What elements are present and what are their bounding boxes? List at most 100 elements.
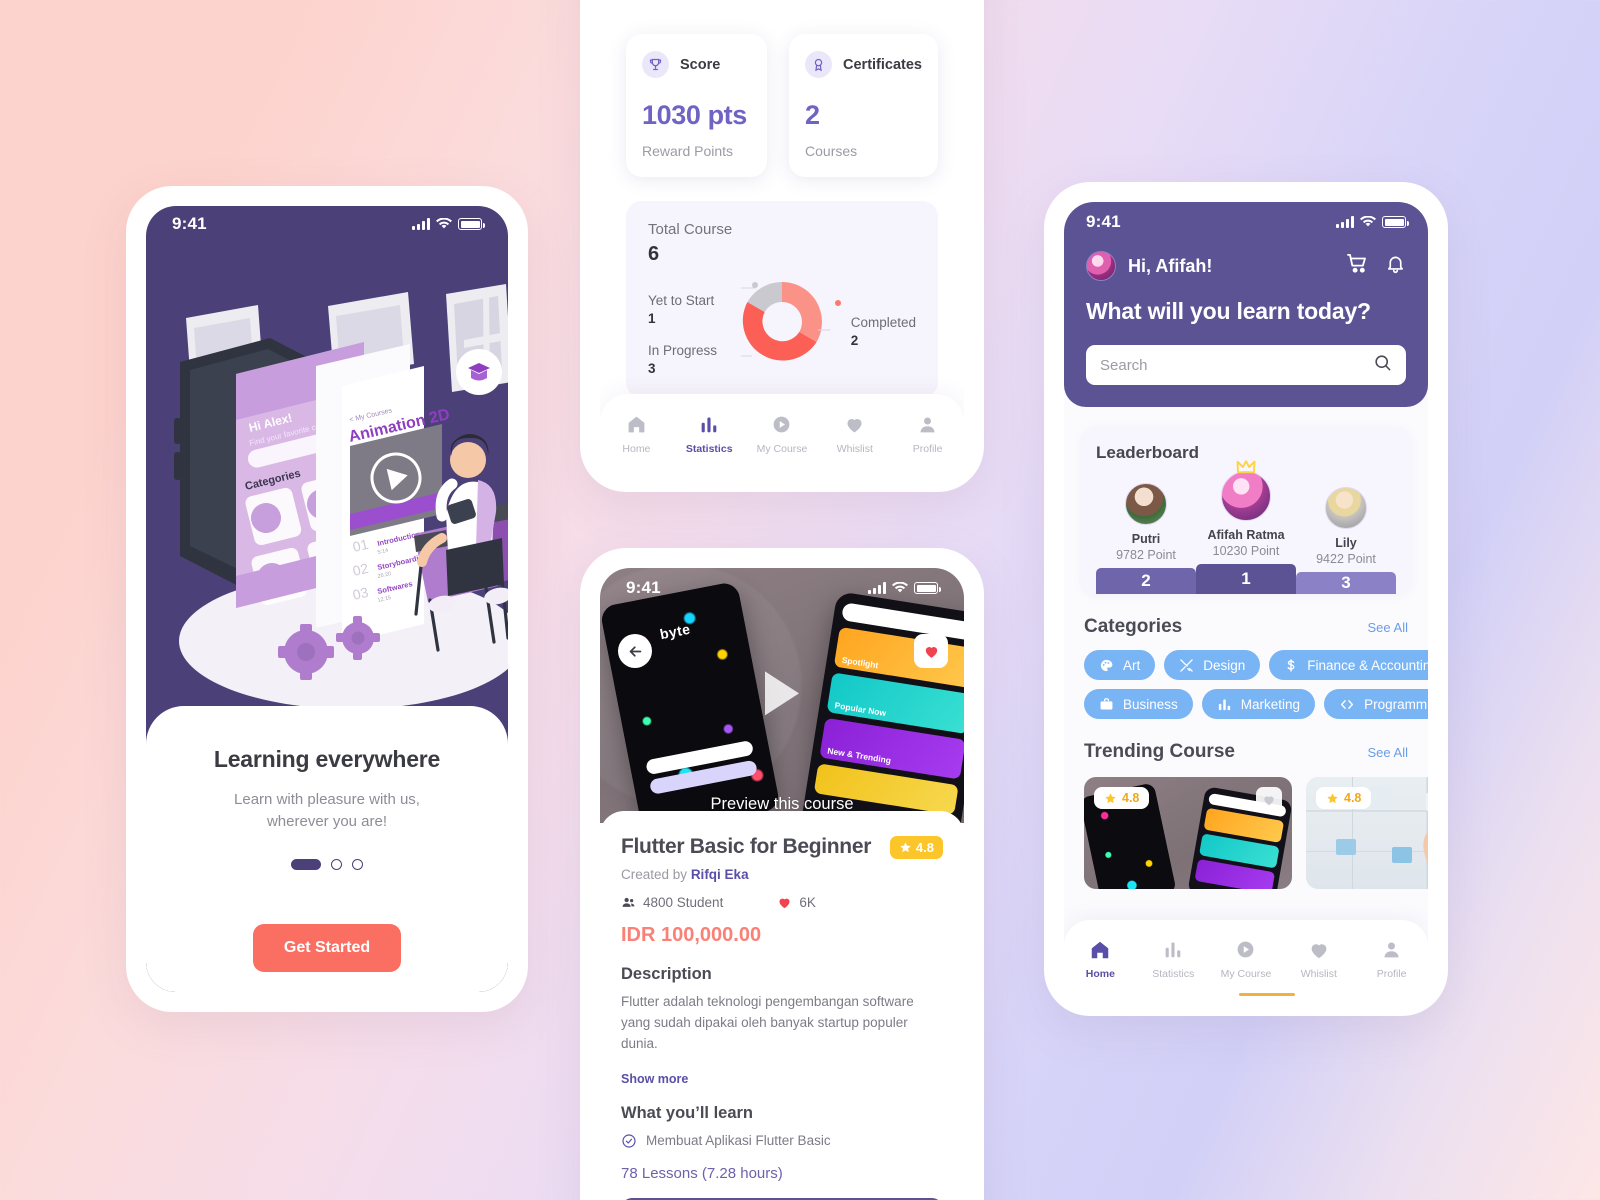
heart-icon — [818, 412, 891, 438]
leaderboard-podium: Putri 9782 Point 2 Afifah Ratma 10230 Po… — [1096, 460, 1396, 595]
category-chip-business[interactable]: Business — [1084, 689, 1193, 720]
signal-bars-icon — [1336, 216, 1354, 228]
tab-home[interactable]: Home — [1064, 937, 1137, 980]
search-icon[interactable] — [1373, 353, 1392, 377]
categories-see-all[interactable]: See All — [1368, 620, 1408, 635]
people-icon — [622, 897, 635, 907]
course-detail-sheet: Flutter Basic for Beginner 4.8 Created b… — [600, 811, 964, 1200]
back-arrow-icon[interactable] — [618, 634, 652, 668]
star-icon — [1327, 792, 1338, 803]
search-input[interactable] — [1100, 356, 1373, 374]
score-card[interactable]: Score 1030 pts Reward Points — [626, 34, 768, 177]
bar-chart-icon — [1137, 937, 1210, 963]
course-preview-hero[interactable]: 9:41 byte Spotlight Popular Now New & Tr… — [600, 568, 964, 823]
bar-chart-icon — [1218, 699, 1230, 710]
category-chip-programming[interactable]: Programming — [1324, 689, 1428, 720]
category-chip-design-label: Design — [1203, 657, 1246, 673]
lessons-summary: 78 Lessons (7.28 hours) — [621, 1164, 783, 1182]
tab-statistics[interactable]: Statistics — [673, 412, 746, 455]
tab-home[interactable]: Home — [600, 412, 673, 455]
avatar[interactable] — [1086, 251, 1116, 281]
legend-value-yet-to-start: 1 — [648, 311, 656, 327]
category-chip-marketing[interactable]: Marketing — [1201, 689, 1316, 720]
play-triangle-icon[interactable] — [765, 670, 799, 715]
total-course-value: 6 — [648, 243, 660, 265]
leaderboard-entry-3[interactable]: Lily 9422 Point 3 — [1296, 487, 1396, 595]
play-circle-icon — [746, 412, 819, 438]
certificates-card[interactable]: Certificates 2 Courses — [789, 34, 938, 177]
course-1-rating-badge: 4.8 — [1094, 787, 1150, 810]
tab-my-course[interactable]: My Course — [1210, 937, 1283, 980]
course-1-rating-value: 4.8 — [1122, 791, 1140, 806]
bell-icon[interactable] — [1385, 253, 1406, 279]
category-chip-finance[interactable]: Finance & Accounting — [1269, 650, 1428, 681]
tab-whislist[interactable]: Whislist — [1282, 937, 1355, 980]
get-started-button[interactable]: Get Started — [253, 923, 401, 972]
course-title: Flutter Basic for Beginner — [621, 835, 872, 858]
carousel-dot-1[interactable] — [291, 858, 321, 870]
course-rating-badge: 4.8 — [889, 835, 943, 859]
description-body: Flutter adalah teknologi pengembangan so… — [621, 994, 914, 1051]
course-author-name[interactable]: Rifqi Eka — [691, 867, 749, 882]
trending-course-card-2[interactable]: 4.8 — [1306, 777, 1428, 890]
person-icon — [891, 412, 964, 438]
star-icon — [1105, 792, 1116, 803]
cart-icon[interactable] — [1346, 252, 1369, 280]
certificates-caption: Courses — [805, 143, 858, 159]
tab-my-course-label: My Course — [1220, 967, 1272, 980]
total-course-label: Total Course — [648, 221, 733, 238]
legend-label-completed: Completed — [850, 315, 916, 330]
course-rating-value: 4.8 — [915, 839, 934, 855]
status-time: 9:41 — [626, 578, 661, 597]
heart-icon — [779, 898, 790, 909]
home-icon — [1064, 937, 1137, 963]
status-bar: 9:41 — [1086, 206, 1409, 238]
category-chip-marketing-label: Marketing — [1240, 696, 1301, 712]
home-user-row: Hi, Afifah! — [1086, 251, 1406, 281]
home-screen: 9:41 Hi, Afifah! What will you learn tod… — [1064, 202, 1428, 996]
course-detail-phone: 9:41 byte Spotlight Popular Now New & Tr… — [580, 548, 984, 1200]
trending-see-all[interactable]: See All — [1368, 745, 1408, 760]
score-caption: Reward Points — [642, 143, 734, 159]
check-circle-icon — [622, 1134, 636, 1148]
tab-my-course[interactable]: My Course — [746, 412, 819, 455]
header-actions — [1346, 252, 1406, 280]
trending-course-list: 4.8 4.8 — [1084, 777, 1428, 890]
tab-profile[interactable]: Profile — [1355, 937, 1428, 980]
certificate-icon — [805, 51, 833, 78]
course-likes: 6K — [777, 895, 816, 910]
leaderboard-entry-2[interactable]: Putri 9782 Point 2 — [1096, 483, 1196, 595]
category-chip-design[interactable]: Design — [1164, 650, 1261, 681]
show-more-link[interactable]: Show more — [621, 1072, 943, 1086]
course-price: IDR 100,000.00 — [621, 924, 762, 946]
leaderboard-points-1: 10230 Point — [1212, 544, 1280, 559]
leaderboard-entry-1[interactable]: Afifah Ratma 10230 Point 1 — [1196, 460, 1296, 595]
status-icons — [412, 218, 485, 230]
tab-profile[interactable]: Profile — [891, 412, 964, 455]
preview-phone-mock-right: Spotlight Popular Now New & Trending — [800, 591, 964, 823]
category-chip-art[interactable]: Art — [1084, 650, 1156, 681]
status-icons — [1336, 216, 1409, 228]
star-icon — [900, 841, 911, 852]
carousel-dot-2[interactable] — [331, 858, 342, 870]
onboarding-sheet: Learning everywhere Learn with pleasure … — [146, 706, 508, 992]
carousel-dot-3[interactable] — [352, 858, 363, 870]
search-bar[interactable] — [1086, 345, 1406, 386]
tab-statistics[interactable]: Statistics — [1137, 937, 1210, 980]
favorite-heart-icon[interactable] — [914, 634, 948, 668]
course-1-favorite-icon[interactable] — [1256, 787, 1282, 814]
legend-label-in-progress: In Progress — [648, 343, 718, 358]
status-time: 9:41 — [172, 214, 207, 233]
created-by-prefix: Created by — [621, 867, 688, 882]
trending-course-card-1[interactable]: 4.8 — [1084, 777, 1292, 890]
score-card-header: Score — [642, 51, 751, 78]
stat-cards: Score 1030 pts Reward Points Certificate… — [626, 34, 938, 177]
description-heading: Description — [621, 965, 712, 983]
tab-whislist[interactable]: Whislist — [818, 412, 891, 455]
carousel-dots[interactable] — [146, 858, 508, 870]
legend-dot-yet-to-start — [752, 282, 758, 288]
legend-completed: Completed 2 — [834, 300, 916, 350]
score-value: 1030 pts — [642, 100, 747, 130]
category-chip-art-label: Art — [1123, 657, 1141, 673]
status-bar: 9:41 — [146, 206, 508, 238]
